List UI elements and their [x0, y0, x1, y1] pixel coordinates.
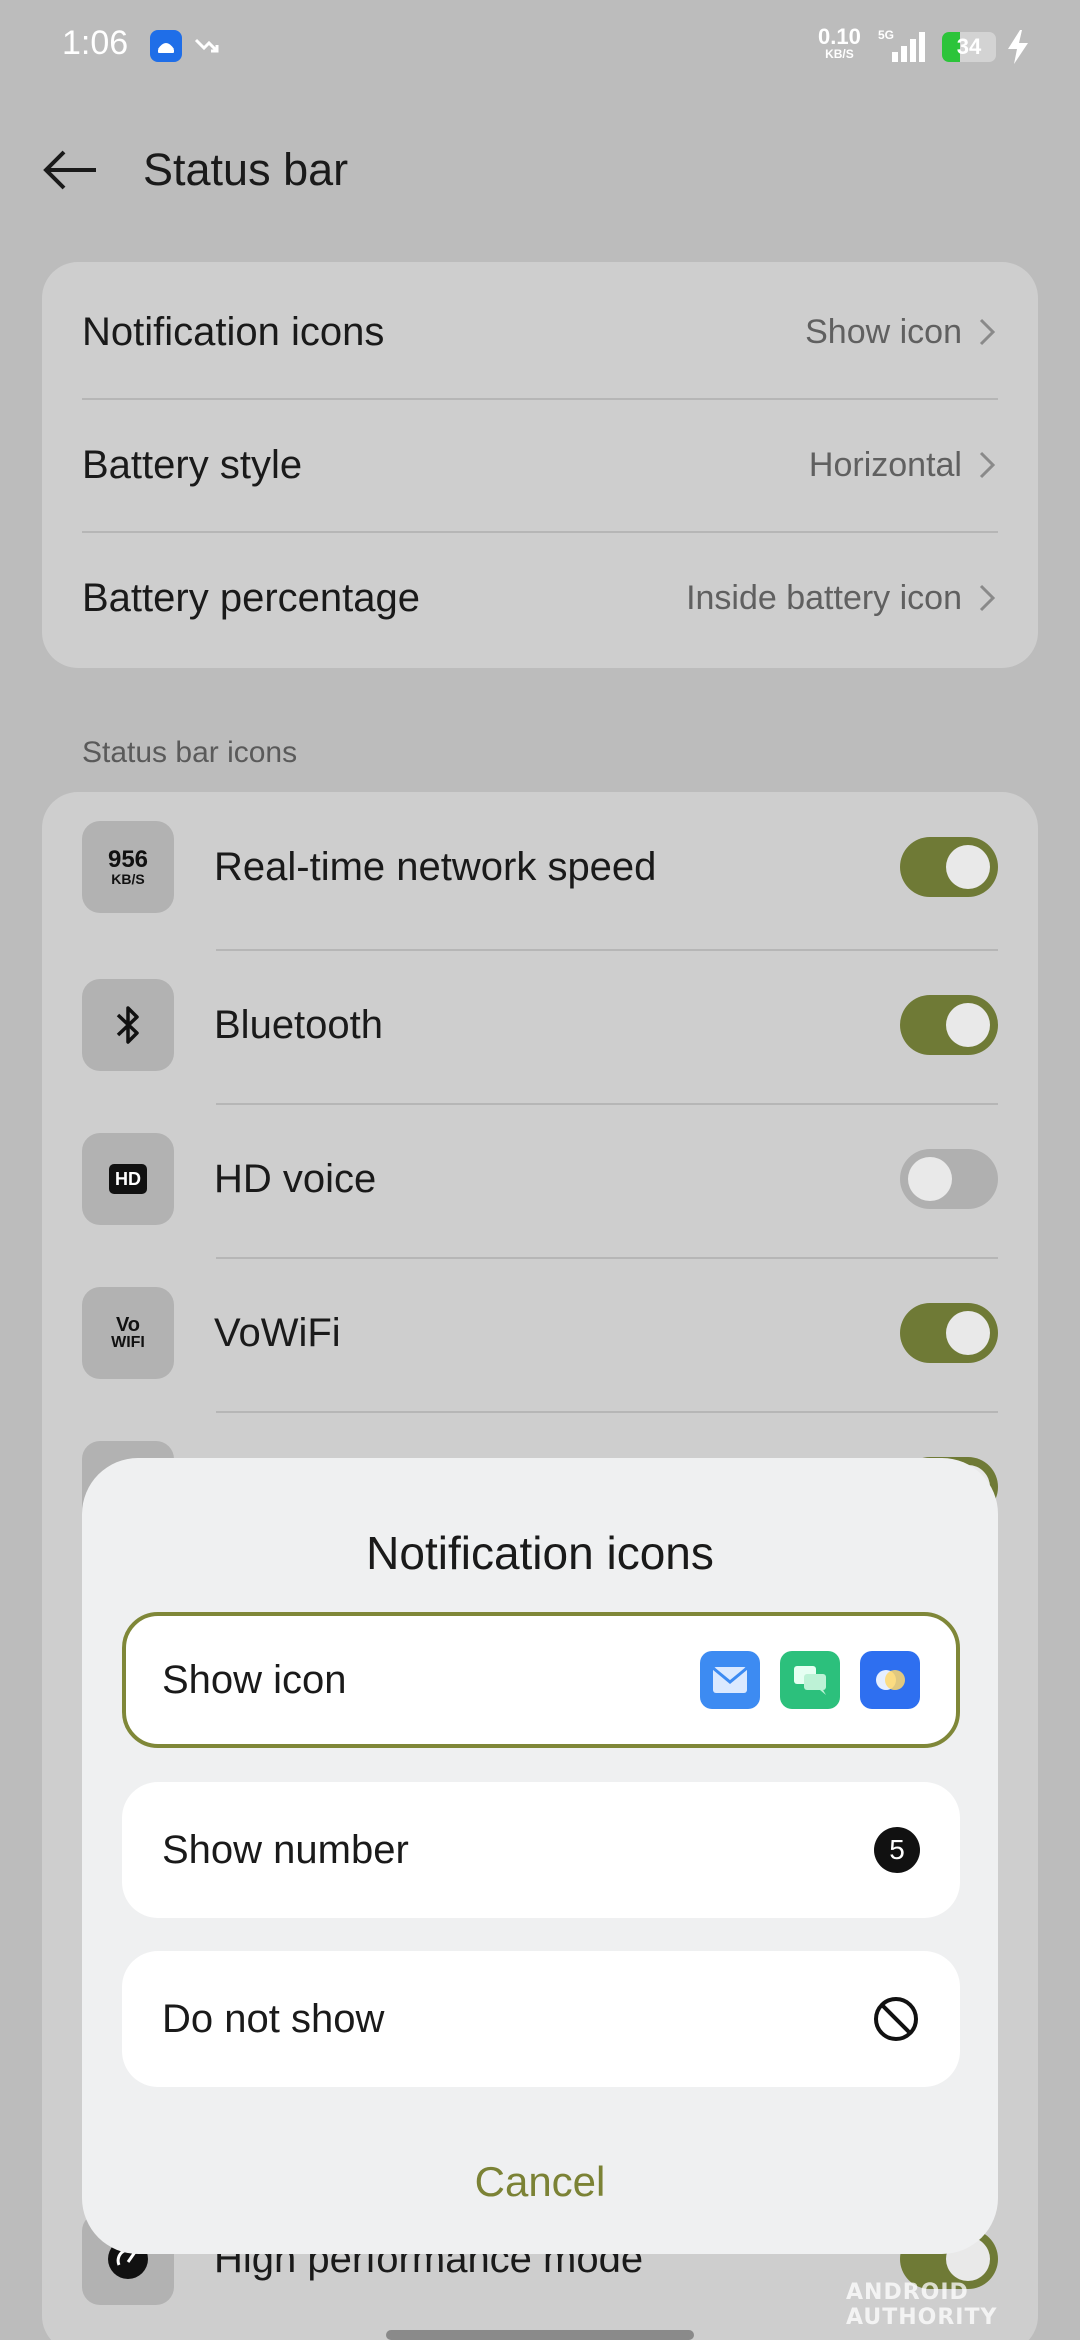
- bluetooth-icon: [82, 979, 174, 1071]
- notification-icons-row[interactable]: Notification icons Show icon: [82, 266, 998, 398]
- gallery-app-icon: [860, 1651, 920, 1709]
- vowifi-toggle[interactable]: [900, 1303, 998, 1363]
- toggle-label: Real-time network speed: [214, 844, 657, 889]
- network-type-label: 5G: [878, 28, 894, 42]
- mail-app-icon: [700, 1651, 760, 1709]
- option-label: Show number: [162, 1827, 409, 1872]
- toggle-label: VoWiFi: [214, 1310, 341, 1355]
- toggle-row-vowifi[interactable]: Vo WIFI VoWiFi: [82, 1258, 998, 1408]
- row-value: Inside battery icon: [686, 578, 962, 617]
- toggle-row-network-speed[interactable]: 956 KB/S Real-time network speed: [82, 792, 998, 942]
- option-label: Do not show: [162, 1996, 385, 2041]
- clock: 1:06: [62, 24, 129, 62]
- option-show-icon[interactable]: Show icon: [122, 1612, 960, 1748]
- bluetooth-toggle[interactable]: [900, 995, 998, 1055]
- network-speed-tile-icon: 956 KB/S: [82, 821, 174, 913]
- network-speed-toggle[interactable]: [900, 837, 998, 897]
- page-title: Status bar: [143, 144, 349, 195]
- row-value: Horizontal: [808, 445, 962, 484]
- battery-style-row[interactable]: Battery style Horizontal: [82, 399, 998, 531]
- tile-text-bottom: KB/S: [111, 871, 145, 887]
- number-badge: 5: [874, 1827, 920, 1873]
- hd-voice-icon: HD: [82, 1133, 174, 1225]
- network-speed-unit: KB/S: [825, 47, 854, 61]
- row-value: Show icon: [805, 312, 962, 351]
- trend-arrow-icon: [194, 38, 219, 53]
- back-arrow-icon[interactable]: [40, 140, 100, 200]
- tile-text-top: Vo: [115, 1314, 141, 1336]
- gesture-navigation-bar[interactable]: [386, 2330, 694, 2340]
- network-speed-indicator: 0.10 KB/S: [818, 24, 861, 61]
- battery-level: 34: [956, 34, 982, 59]
- tile-text-top: 956: [107, 846, 149, 873]
- toggle-label: Bluetooth: [214, 1002, 384, 1047]
- option-label: Show icon: [162, 1657, 347, 1702]
- notification-icons-dialog: Notification icons Show icon Show number…: [82, 1458, 998, 2254]
- hd-voice-toggle[interactable]: [900, 1149, 998, 1209]
- network-speed-value: 0.10: [818, 24, 861, 49]
- option-show-number[interactable]: Show number 5: [122, 1782, 960, 1918]
- status-bar-settings-card: Notification icons Show icon Battery sty…: [42, 262, 1038, 668]
- row-label: Notification icons: [82, 309, 385, 354]
- toggle-row-bluetooth[interactable]: Bluetooth: [82, 950, 998, 1100]
- tile-text: HD: [109, 1164, 147, 1194]
- chevron-right-icon: [979, 451, 996, 479]
- chevron-right-icon: [979, 318, 996, 346]
- system-status-bar: 1:06 0.10 KB/S 5G 34: [0, 0, 1080, 96]
- app-icons-preview: [700, 1651, 920, 1709]
- do-not-show-icon: [874, 1997, 918, 2041]
- toggle-label: HD voice: [214, 1156, 377, 1201]
- signal-icon: 5G: [878, 28, 925, 62]
- chevron-right-icon: [979, 584, 996, 612]
- watermark-logo: ANDROID AUTHORITY: [846, 2280, 998, 2330]
- battery-icon: 34: [942, 32, 996, 62]
- toggle-row-hd-voice[interactable]: HD HD voice: [82, 1104, 998, 1254]
- section-label: Status bar icons: [82, 736, 298, 769]
- vowifi-icon: Vo WIFI: [82, 1287, 174, 1379]
- row-label: Battery style: [82, 442, 303, 487]
- dialog-title: Notification icons: [366, 1527, 714, 1579]
- option-do-not-show[interactable]: Do not show: [122, 1951, 960, 2087]
- cancel-button[interactable]: Cancel: [82, 2158, 998, 2206]
- charging-bolt-icon: [1008, 30, 1028, 64]
- tile-text-bottom: WIFI: [111, 1334, 145, 1351]
- row-label: Battery percentage: [82, 575, 420, 620]
- messages-app-icon: [780, 1651, 840, 1709]
- app-notification-icon: [150, 30, 182, 62]
- battery-percentage-row[interactable]: Battery percentage Inside battery icon: [82, 532, 998, 664]
